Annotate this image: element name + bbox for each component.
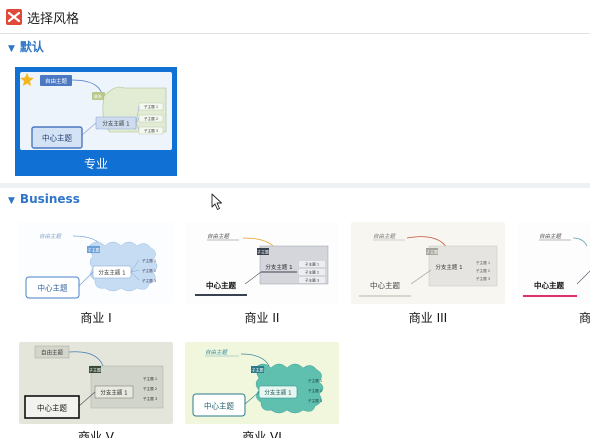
style-thumbnail: 自由主题 子主题 分支主题 1 子主题 1 子主题 2 子主题 3 中心主题 bbox=[185, 222, 339, 304]
subtopic-text: 子主题 2 bbox=[305, 270, 319, 275]
style-label: 商业 V bbox=[77, 430, 115, 438]
subtopic-text: 子主题 bbox=[88, 247, 100, 253]
central-topic-text: 中心主题 bbox=[37, 403, 67, 413]
free-topic-text: 自由主题 bbox=[373, 233, 397, 240]
section-default-label: 默认 bbox=[19, 40, 44, 54]
subtopic-text: 子主题 2 bbox=[143, 386, 157, 391]
style-thumbnail: 自由主题 联系 分支主题 1 子主题 1 子主题 2 子主题 3 中心主题 bbox=[20, 72, 172, 150]
subtopic-text: 子主题 3 bbox=[142, 278, 156, 283]
style-thumbnail: 自由主题 中心主题 bbox=[517, 222, 590, 304]
central-topic-text: 中心主题 bbox=[38, 283, 68, 293]
subtopic-text: 子主题 bbox=[89, 367, 101, 373]
window-title: 选择风格 bbox=[27, 12, 80, 27]
central-topic-text: 中心主题 bbox=[204, 401, 234, 411]
window-titlebar: 选择风格 bbox=[0, 0, 590, 34]
style-card-business-3[interactable]: 自由主题 子主题 分支主题 1 子主题 1 子主题 2 子主题 3 中心主题 商… bbox=[351, 222, 505, 334]
subtopic-text: 子主题 1 bbox=[144, 104, 158, 109]
subtopic-text: 子主题 3 bbox=[308, 398, 322, 403]
style-card-business-5[interactable]: 自由主题 子主题 分支主题 1 子主题 1 子主题 2 子主题 3 中心主题 商… bbox=[19, 342, 173, 438]
subtopic-text: 子主题 1 bbox=[142, 258, 156, 263]
free-topic-text: 自由主题 bbox=[41, 349, 64, 357]
subtopic-text: 子主题 1 bbox=[476, 260, 490, 265]
branch-topic-text: 分支主题 1 bbox=[435, 263, 462, 271]
branch-topic-text: 分支主题 1 bbox=[265, 263, 292, 271]
central-topic-text: 中心主题 bbox=[206, 280, 236, 290]
mouse-cursor-icon bbox=[211, 193, 223, 215]
collapse-caret-icon[interactable]: ▼ bbox=[8, 196, 15, 206]
style-label: 商业 III bbox=[408, 311, 448, 325]
subtopic-text: 子主题 2 bbox=[308, 388, 322, 393]
favorite-star-icon bbox=[20, 73, 34, 86]
free-topic-text: 自由主题 bbox=[207, 233, 231, 240]
branch-topic-text: 分支主题 1 bbox=[98, 269, 125, 277]
branch-topic-text: 分支主题 1 bbox=[264, 389, 291, 397]
style-label: 商业 II bbox=[244, 311, 280, 325]
subtopic-text: 子主题 3 bbox=[305, 278, 319, 283]
branch-topic-text: 分支主题 1 bbox=[100, 389, 127, 397]
style-thumbnail: 自由主题 子主题 分支主题 1 子主题 1 子主题 2 子主题 3 中心主题 bbox=[185, 342, 339, 424]
section-business-label: Business bbox=[19, 192, 80, 206]
style-thumbnail: 自由主题 子主题 分支主题 1 子主题 1 子主题 2 子主题 3 中心主题 bbox=[351, 222, 505, 304]
subtopic-text: 子主题 1 bbox=[308, 378, 322, 383]
free-topic-text: 自由主题 bbox=[539, 233, 563, 240]
section-divider bbox=[0, 183, 590, 188]
collapse-caret-icon[interactable]: ▼ bbox=[8, 44, 15, 54]
subtopic-text: 子主题 2 bbox=[476, 268, 490, 273]
section-default-header[interactable]: ▼ 默认 bbox=[8, 38, 44, 55]
free-topic-text: 自由主题 bbox=[205, 349, 229, 356]
subtopic-text: 子主题 3 bbox=[143, 396, 157, 401]
subtopic-text: 子主题 3 bbox=[476, 276, 490, 281]
free-topic-text: 自由主题 bbox=[39, 233, 63, 240]
style-card-professional[interactable]: 自由主题 联系 分支主题 1 子主题 1 子主题 2 子主题 3 中心主题 专业 bbox=[15, 67, 177, 176]
style-label: 商业 I bbox=[80, 311, 112, 325]
free-topic-text: 自由主题 bbox=[45, 77, 68, 85]
style-card-business-2[interactable]: 自由主题 子主题 分支主题 1 子主题 1 子主题 2 子主题 3 中心主题 商… bbox=[185, 222, 339, 334]
subtopic-text: 子主题 bbox=[426, 249, 438, 255]
style-card-business-1[interactable]: 自由主题 子主题 分支主题 1 子主题 1 子主题 2 子主题 3 中心主题 商… bbox=[19, 222, 173, 334]
style-label: 商业 bbox=[579, 311, 590, 325]
subtopic-text: 子主题 3 bbox=[144, 128, 158, 133]
style-thumbnail: 自由主题 子主题 分支主题 1 子主题 1 子主题 2 子主题 3 中心主题 bbox=[19, 342, 173, 424]
branch-topic-text: 分支主题 1 bbox=[102, 120, 129, 128]
subtopic-text: 子主题 2 bbox=[144, 116, 158, 121]
subtopic-text: 子主题 1 bbox=[305, 262, 319, 267]
subtopic-text: 子主题 bbox=[257, 249, 269, 255]
section-business-header[interactable]: ▼ Business bbox=[8, 192, 80, 206]
subtopic-text: 子主题 2 bbox=[142, 268, 156, 273]
central-topic-text: 中心主题 bbox=[42, 133, 72, 143]
subtopic-text: 子主题 1 bbox=[143, 376, 157, 381]
subtopic-text: 子主题 bbox=[252, 367, 264, 373]
link-label-text: 联系 bbox=[94, 93, 102, 99]
style-label: 商业 VI bbox=[242, 430, 282, 438]
style-card-business-6[interactable]: 自由主题 子主题 分支主题 1 子主题 1 子主题 2 子主题 3 中心主题 商… bbox=[185, 342, 339, 438]
central-topic-text: 中心主题 bbox=[534, 280, 564, 290]
style-card-business-4[interactable]: 自由主题 中心主题 商业 bbox=[517, 222, 590, 334]
xmind-logo-icon bbox=[6, 9, 22, 25]
central-topic-text: 中心主题 bbox=[370, 280, 400, 290]
style-thumbnail: 自由主题 子主题 分支主题 1 子主题 1 子主题 2 子主题 3 中心主题 bbox=[19, 222, 173, 304]
style-label: 专业 bbox=[83, 157, 108, 171]
